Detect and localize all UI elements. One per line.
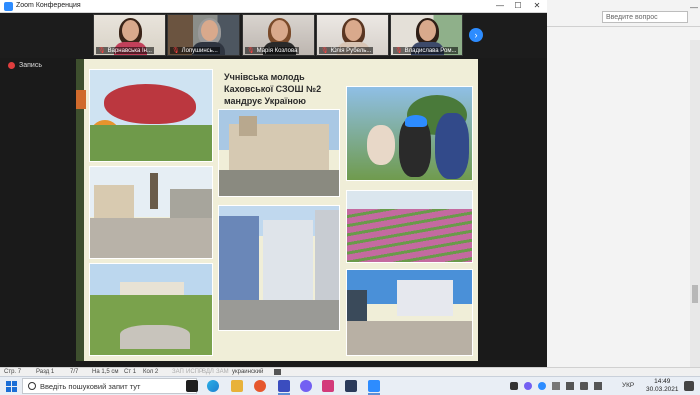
shared-slide: Учнівська молодь Каховської СЗОШ №2 манд… [76,59,478,361]
participant-tile[interactable]: 🎙 Юлія Рубель... [316,14,389,56]
muted-mic-icon: 🎙 [172,48,180,54]
status-page: Стр. 7 [4,369,22,375]
word-scrollbar-thumb[interactable] [692,285,698,303]
spellcheck-icon[interactable] [274,369,281,375]
search-icon [28,382,36,390]
participant-tile[interactable]: 🎙 Лопушинсь... [167,14,240,56]
slide-photo [218,205,340,331]
status-extend[interactable]: ВДЛ [202,369,214,375]
recording-indicator[interactable]: Запись [8,62,42,69]
clock-time: 14:49 [654,378,671,385]
slide-title: Учнівська молодь Каховської СЗОШ №2 манд… [224,72,322,106]
participant-tile[interactable]: 🎙 Марія Козлова [242,14,315,56]
taskbar-search-input[interactable]: Введіть пошуковий запит тут [22,378,197,394]
slide-photo [346,269,473,356]
word-help-search-input[interactable]: Введите вопрос [602,11,688,23]
slide-accent-block [76,90,86,109]
notifications-icon[interactable] [684,381,694,391]
battery-icon[interactable] [566,382,574,390]
participant-name: 🎙 Юлія Рубель... [319,47,374,54]
input-language[interactable]: УКР [622,382,634,389]
windows-taskbar: Введіть пошуковий запит тут УКР 14:49 30… [0,376,700,395]
viber-tray-icon[interactable] [524,382,532,390]
volume-icon[interactable] [594,382,602,390]
status-column: Кол 2 [143,369,159,375]
status-line: Ст 1 [124,369,137,375]
participant-name: 🎙 Владислава Ром... [393,47,459,54]
photo-app-icon[interactable] [345,380,357,392]
record-dot-icon [8,62,15,69]
word-status-bar: Стр. 7 Разд 1 7/7 На 1,5 см Ст 1 Кол 2 З… [0,367,700,376]
wifi-icon[interactable] [580,382,588,390]
word-vertical-scrollbar[interactable] [690,40,700,367]
status-pages: 7/7 [70,369,79,375]
slide-photo [89,263,213,356]
slide-photo [89,69,213,162]
file-explorer-icon[interactable] [231,380,243,392]
participant-name: 🎙 Лопушинсь... [170,47,220,54]
word-minimize-button[interactable]: — [690,3,698,12]
status-section: Разд 1 [36,369,55,375]
chevron-up-icon[interactable] [552,382,560,390]
slide-photo [346,190,473,263]
word-ribbon-divider [547,26,700,27]
word-app-icon[interactable] [278,380,290,392]
viber-icon[interactable] [300,380,312,392]
status-position: На 1,5 см [92,369,119,375]
status-language[interactable]: украинский [232,369,263,375]
windows-start-icon[interactable] [6,381,17,392]
muted-mic-icon: 🎙 [98,48,106,54]
yandex-browser-icon[interactable] [254,380,266,392]
edge-icon[interactable] [207,380,219,392]
word-window [547,0,700,367]
taskbar-clock[interactable]: 14:49 30.03.2021 [646,378,679,394]
muted-mic-icon: 🎙 [395,48,403,54]
recording-label: Запись [19,62,42,69]
chevron-right-icon[interactable]: › [469,28,483,42]
taskbar-search-placeholder: Введіть пошуковий запит тут [40,382,141,391]
slide-photo [218,109,340,197]
slide-photo [346,86,473,181]
participant-name: 🎙 Марія Козлова [245,47,300,54]
muted-mic-icon: 🎙 [247,48,255,54]
participant-tile[interactable]: 🎙 Варнавська Ін... [93,14,166,56]
zoom-window: Zoom Конференция — ☐ ✕ 🎙 Варнавська Ін...… [0,0,547,367]
task-view-icon[interactable] [186,380,198,392]
maximize-button[interactable]: ☐ [510,1,526,10]
slide-photo [89,166,213,259]
muted-mic-icon: 🎙 [321,48,329,54]
zoom-app-icon[interactable] [368,380,380,392]
participant-name: 🎙 Варнавська Ін... [96,47,154,54]
close-button[interactable]: ✕ [529,1,545,10]
mic-icon[interactable] [510,382,518,390]
status-track[interactable]: ИСПР [186,369,203,375]
zoom-window-title: Zoom Конференция [16,2,81,9]
clock-date: 30.03.2021 [646,386,679,393]
status-rec[interactable]: ЗАП [172,369,184,375]
zoom-tray-icon[interactable] [538,382,546,390]
minimize-button[interactable]: — [492,1,508,10]
zoom-titlebar: Zoom Конференция — ☐ ✕ [0,0,547,13]
participant-gallery: 🎙 Варнавська Ін... 🎙 Лопушинсь... 🎙 Марія К… [0,13,547,58]
participant-tile[interactable]: 🎙 Владислава Ром... [390,14,463,56]
status-overtype[interactable]: ЗАМ [216,369,229,375]
media-app-icon[interactable] [322,380,334,392]
zoom-logo-icon [4,2,13,11]
